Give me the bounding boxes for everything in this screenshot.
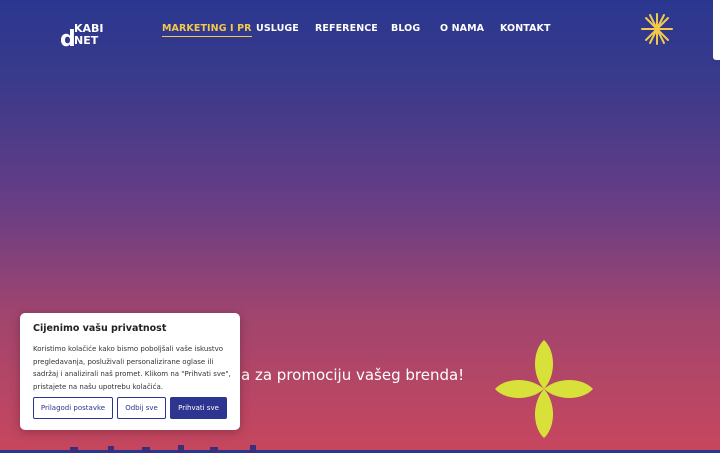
menu-asterisk-icon[interactable] <box>640 12 674 46</box>
nav-blog[interactable]: BLOG <box>391 23 420 34</box>
side-panel-edge <box>713 0 720 60</box>
nav-marketing-i-pr[interactable]: MARKETING I PR <box>162 23 252 37</box>
cookie-title: Cijenimo vašu privatnost <box>33 323 167 334</box>
accept-all-button[interactable]: Prihvati sve <box>170 397 227 419</box>
hero-heading-fragment <box>70 445 256 453</box>
flower-decoration-icon <box>495 340 593 438</box>
nav-usluge[interactable]: USLUGE <box>256 23 299 34</box>
cookie-body-text: Koristimo kolačiće kako bismo poboljšali… <box>33 345 231 391</box>
logo-text-bottom: NET <box>74 34 99 47</box>
nav-o-nama[interactable]: O NAMA <box>440 23 484 34</box>
nav-kontakt[interactable]: KONTAKT <box>500 23 551 34</box>
site-header: d KABI NET MARKETING I PR USLUGE REFEREN… <box>0 0 720 60</box>
kabinet-logo[interactable]: d KABI NET <box>60 19 114 49</box>
hero-subtitle: a za promociju vašeg brenda! <box>241 366 465 384</box>
nav-reference[interactable]: REFERENCE <box>315 23 378 34</box>
customize-button[interactable]: Prilagodi postavke <box>33 397 113 419</box>
cookie-consent-dialog: Cijenimo vašu privatnost Koristimo kolač… <box>20 313 240 430</box>
reject-all-button[interactable]: Odbij sve <box>117 397 166 419</box>
